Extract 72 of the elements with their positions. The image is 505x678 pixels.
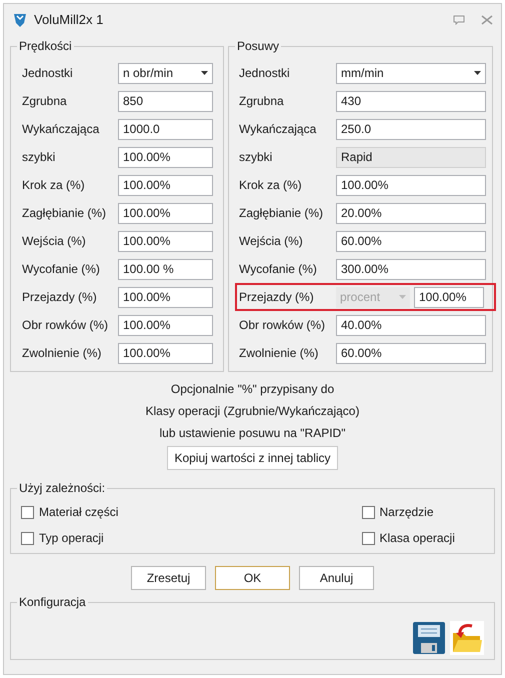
checkbox[interactable]	[21, 506, 34, 518]
checkbox[interactable]	[362, 506, 374, 518]
input-field: Rapid	[336, 146, 486, 168]
checkbox-label: Narzędzie	[380, 504, 434, 521]
field-label: Wycofanie (%)	[239, 261, 318, 278]
input-field[interactable]: 850	[118, 90, 213, 112]
field-label: szybki	[22, 149, 56, 166]
window-title: VoluMill2x 1	[34, 11, 104, 30]
checkbox-label: Typ operacji	[39, 530, 104, 547]
field-label: Wykańczająca	[22, 121, 100, 138]
dialog-button[interactable]: OK	[215, 566, 290, 590]
input-field[interactable]: 100.00 %	[118, 258, 213, 280]
close-icon[interactable]	[481, 15, 493, 25]
group-title: Użyj zależności:	[17, 481, 108, 495]
caret-icon	[201, 71, 208, 75]
field-label: Zwolnienie (%)	[22, 345, 102, 362]
field-label: Zagłębianie (%)	[22, 205, 108, 222]
input-field[interactable]: 300.00%	[336, 258, 486, 280]
caret-icon	[474, 71, 481, 75]
group-title: Konfiguracja	[17, 595, 88, 609]
input-field[interactable]: 60.00%	[336, 230, 486, 252]
field-label: Wejścia (%)	[239, 233, 304, 250]
group-title: Posuwy	[235, 39, 282, 53]
field-label: Wykańczająca	[239, 121, 318, 138]
input-field[interactable]: 100.00%	[118, 230, 213, 252]
caret-icon	[399, 295, 406, 299]
field-label: Wycofanie (%)	[22, 261, 101, 278]
save-icon[interactable]	[412, 621, 446, 655]
input-field[interactable]: 1000.0	[118, 118, 213, 140]
input-field[interactable]: 100.00%	[118, 174, 213, 196]
field-label: Przejazdy (%)	[22, 289, 98, 306]
dropdown[interactable]: mm/min	[336, 62, 486, 84]
input-field[interactable]: 20.00%	[336, 202, 486, 224]
dialog-button[interactable]: Zresetuj	[131, 566, 206, 590]
checkbox[interactable]	[362, 532, 374, 544]
input-field[interactable]: 100.00%	[336, 174, 486, 196]
field-label: Zgrubna	[22, 93, 68, 110]
checkbox-label: Klasa operacji	[380, 530, 455, 547]
input-field[interactable]: 100.00%	[118, 146, 213, 168]
group-title: Prędkości	[17, 39, 74, 53]
field-label: Krok za (%)	[239, 177, 303, 194]
field-label: Zgrubna	[239, 93, 285, 110]
info-text: Klasy operacji (Zgrubnie/Wykańczająco)	[146, 403, 360, 420]
input-field[interactable]: 430	[336, 90, 486, 112]
copy-button[interactable]: Kopiuj wartości z innej tablicy	[167, 446, 338, 470]
checkbox-label: Materiał części	[39, 504, 118, 521]
checkbox[interactable]	[21, 532, 34, 544]
field-label: Krok za (%)	[22, 177, 86, 194]
field-label: Jednostki	[239, 65, 291, 82]
field-label: Obr rowków (%)	[22, 317, 110, 334]
field-label: Zwolnienie (%)	[239, 345, 320, 362]
field-label: szybki	[239, 149, 274, 166]
input-field[interactable]: 100.00%	[118, 342, 213, 364]
field-label: Obr rowków (%)	[239, 317, 326, 334]
dropdown[interactable]: n obr/min	[118, 62, 213, 84]
input-field[interactable]: 100.00%	[118, 286, 213, 308]
info-text: lub ustawienie posuwu na "RAPID"	[160, 425, 346, 442]
field-label: Przejazdy (%)	[239, 289, 315, 306]
input-field[interactable]: 60.00%	[336, 342, 486, 364]
field-label: Jednostki	[22, 65, 74, 82]
input-field[interactable]: 100.00%	[118, 314, 213, 336]
field-label: Wejścia (%)	[22, 233, 87, 250]
input-field[interactable]: 250.0	[336, 118, 486, 140]
field-label: Zagłębianie (%)	[239, 205, 324, 222]
info-text: Opcjonalnie "%" przypisany do	[170, 381, 334, 398]
input-field[interactable]: 40.00%	[336, 314, 486, 336]
input-field[interactable]: 100.00%	[414, 286, 484, 308]
comment-icon[interactable]	[453, 15, 465, 25]
input-field[interactable]: 100.00%	[118, 202, 213, 224]
app-logo-icon	[12, 12, 28, 28]
dialog-button[interactable]: Anuluj	[299, 566, 374, 590]
open-folder-icon[interactable]	[450, 621, 484, 655]
